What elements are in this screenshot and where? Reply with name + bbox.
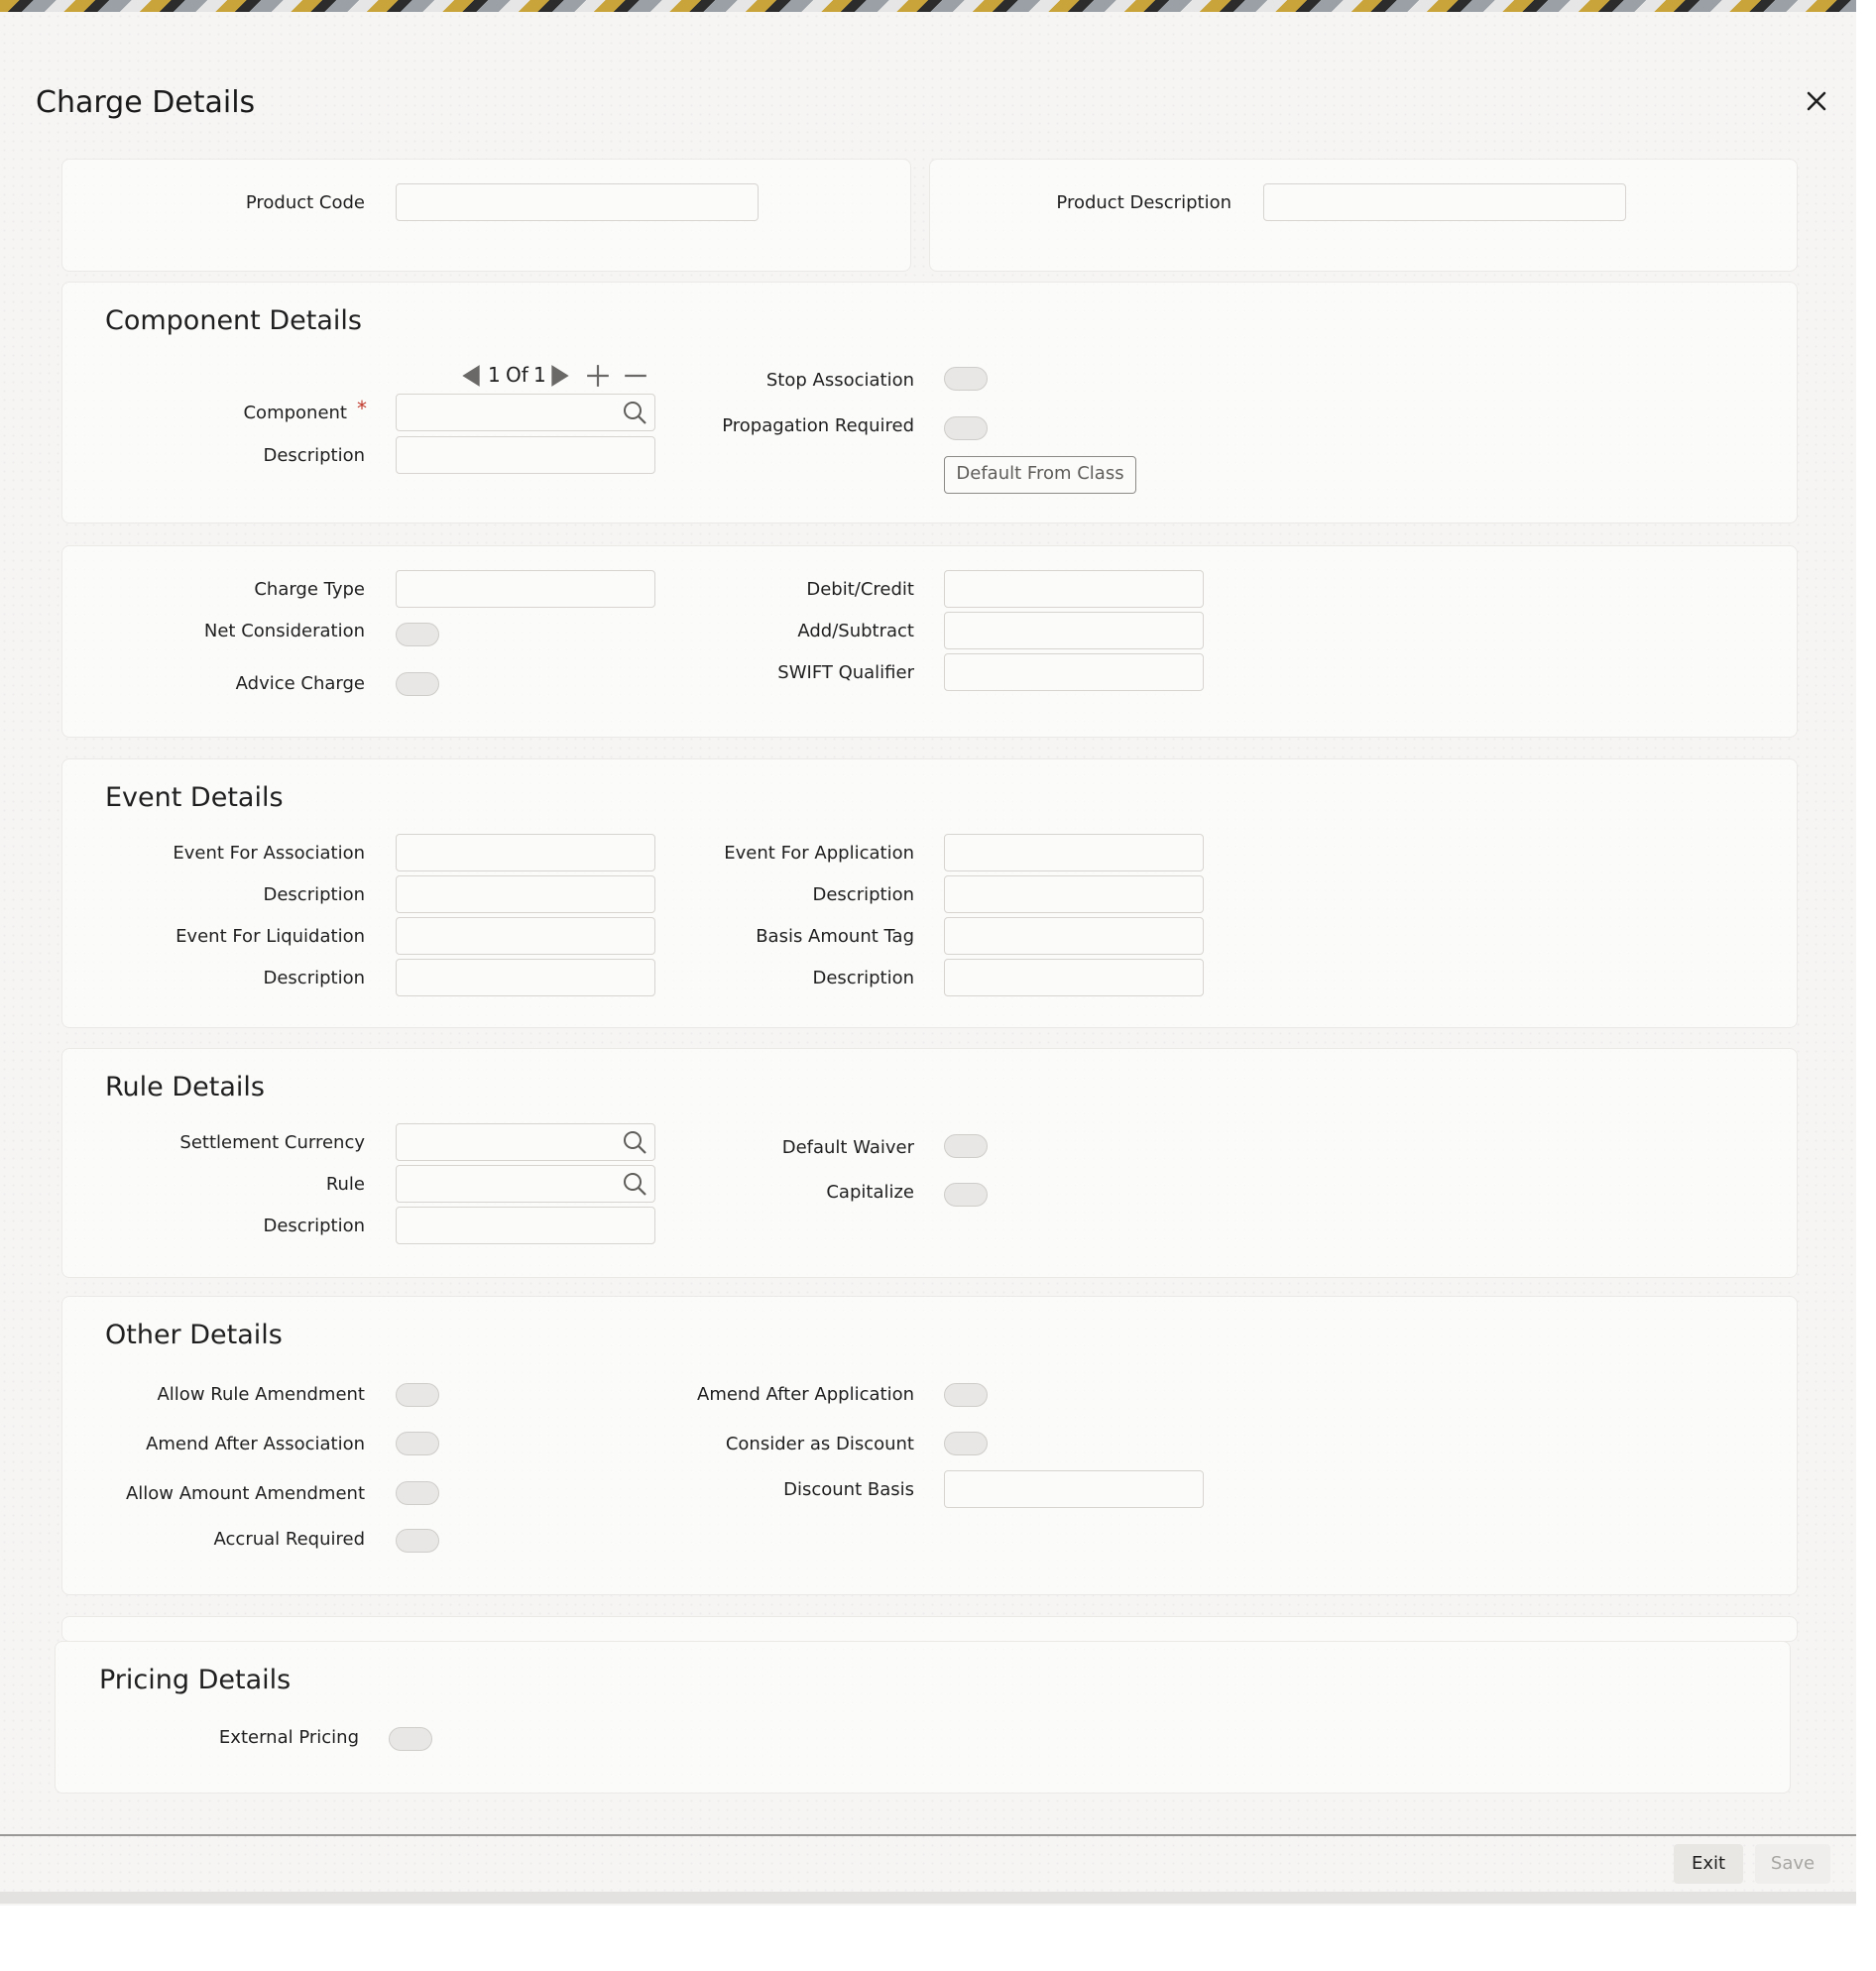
pricing-spacer-panel [61, 1616, 1798, 1642]
event-for-liquidation-input[interactable] [396, 917, 655, 955]
search-icon[interactable] [622, 1171, 647, 1197]
capitalize-toggle[interactable] [944, 1183, 988, 1207]
allow-amount-amendment-label: Allow Amount Amendment [125, 1483, 365, 1504]
stop-association-toggle[interactable] [944, 367, 988, 391]
search-icon[interactable] [622, 1129, 647, 1155]
event-for-association-label: Event For Association [173, 843, 365, 864]
allow-rule-amendment-label: Allow Rule Amendment [157, 1384, 365, 1405]
settlement-currency-label: Settlement Currency [179, 1132, 365, 1153]
exit-button[interactable]: Exit [1674, 1844, 1743, 1884]
amend-after-association-label: Amend After Association [146, 1434, 365, 1454]
event-details-heading: Event Details [105, 782, 284, 813]
allow-amount-amendment-toggle[interactable] [396, 1481, 439, 1505]
component-input[interactable] [396, 394, 655, 431]
debit-credit-input[interactable] [944, 570, 1204, 608]
settlement-currency-input[interactable] [396, 1123, 655, 1161]
basis-amount-description-label: Description [812, 968, 914, 988]
event-association-description-input[interactable] [396, 875, 655, 913]
consider-as-discount-toggle[interactable] [944, 1432, 988, 1455]
consider-as-discount-label: Consider as Discount [725, 1434, 914, 1454]
pricing-details-heading: Pricing Details [99, 1665, 292, 1695]
component-description-input[interactable] [396, 436, 655, 474]
net-consideration-label: Net Consideration [203, 621, 365, 641]
event-application-description-input[interactable] [944, 875, 1204, 913]
plus-icon[interactable] [585, 363, 611, 389]
event-for-association-input[interactable] [396, 834, 655, 871]
advice-charge-toggle[interactable] [396, 672, 439, 696]
triangle-left-icon[interactable] [458, 363, 484, 389]
net-consideration-toggle[interactable] [396, 623, 439, 646]
external-pricing-toggle[interactable] [389, 1727, 432, 1751]
page-title: Charge Details [36, 85, 256, 120]
close-icon[interactable] [1803, 87, 1830, 115]
event-liquidation-description-input[interactable] [396, 959, 655, 996]
event-for-liquidation-label: Event For Liquidation [176, 926, 365, 947]
propagation-required-toggle[interactable] [944, 416, 988, 440]
top-banner [0, 0, 1856, 12]
minus-icon[interactable] [623, 363, 648, 389]
pager-current: 1 [488, 363, 501, 387]
default-waiver-label: Default Waiver [781, 1137, 914, 1158]
rule-label: Rule [325, 1174, 365, 1195]
charge-type-input[interactable] [396, 570, 655, 608]
footer-divider [0, 1834, 1856, 1836]
debit-credit-label: Debit/Credit [806, 579, 914, 600]
swift-qualifier-input[interactable] [944, 653, 1204, 691]
discount-basis-label: Discount Basis [783, 1479, 914, 1500]
event-for-application-label: Event For Application [724, 843, 914, 864]
component-details-heading: Component Details [105, 305, 362, 336]
product-description-label: Product Description [1056, 192, 1231, 213]
capitalize-label: Capitalize [826, 1182, 914, 1203]
discount-basis-input[interactable] [944, 1470, 1204, 1508]
rule-description-label: Description [263, 1216, 365, 1236]
pager-total: 1 [533, 363, 546, 387]
default-waiver-toggle[interactable] [944, 1134, 988, 1158]
product-code-label: Product Code [245, 192, 365, 213]
swift-qualifier-label: SWIFT Qualifier [777, 662, 914, 683]
charge-type-label: Charge Type [254, 579, 365, 600]
event-application-description-label: Description [812, 884, 914, 905]
required-indicator: * [357, 397, 367, 420]
other-details-heading: Other Details [105, 1320, 283, 1350]
allow-rule-amendment-toggle[interactable] [396, 1383, 439, 1407]
charge-panel [61, 545, 1798, 738]
stop-association-label: Stop Association [765, 370, 914, 391]
rule-details-heading: Rule Details [105, 1072, 265, 1102]
default-from-class-button[interactable]: Default From Class [944, 456, 1136, 494]
add-subtract-input[interactable] [944, 612, 1204, 649]
search-icon[interactable] [622, 400, 647, 425]
amend-after-application-toggle[interactable] [944, 1383, 988, 1407]
rule-description-input[interactable] [396, 1207, 655, 1244]
basis-amount-tag-label: Basis Amount Tag [756, 926, 914, 947]
amend-after-application-label: Amend After Application [697, 1384, 914, 1405]
bottom-strip [0, 1892, 1856, 1904]
amend-after-association-toggle[interactable] [396, 1432, 439, 1455]
product-code-input[interactable] [396, 183, 759, 221]
pager-of-label: Of [506, 363, 528, 387]
component-description-label: Description [263, 445, 365, 466]
product-description-input[interactable] [1263, 183, 1626, 221]
event-association-description-label: Description [263, 884, 365, 905]
advice-charge-label: Advice Charge [235, 673, 365, 694]
accrual-required-label: Accrual Required [213, 1529, 365, 1550]
propagation-required-label: Propagation Required [722, 415, 914, 436]
event-for-application-input[interactable] [944, 834, 1204, 871]
add-subtract-label: Add/Subtract [797, 621, 914, 641]
event-liquidation-description-label: Description [263, 968, 365, 988]
basis-amount-tag-input[interactable] [944, 917, 1204, 955]
rule-input[interactable] [396, 1165, 655, 1203]
save-button[interactable]: Save [1755, 1844, 1830, 1884]
external-pricing-label: External Pricing [218, 1727, 359, 1748]
component-label: Component [243, 403, 347, 423]
basis-amount-description-input[interactable] [944, 959, 1204, 996]
accrual-required-toggle[interactable] [396, 1529, 439, 1553]
pricing-details-panel [55, 1641, 1791, 1794]
triangle-right-icon[interactable] [547, 363, 573, 389]
rule-details-panel [61, 1048, 1798, 1278]
